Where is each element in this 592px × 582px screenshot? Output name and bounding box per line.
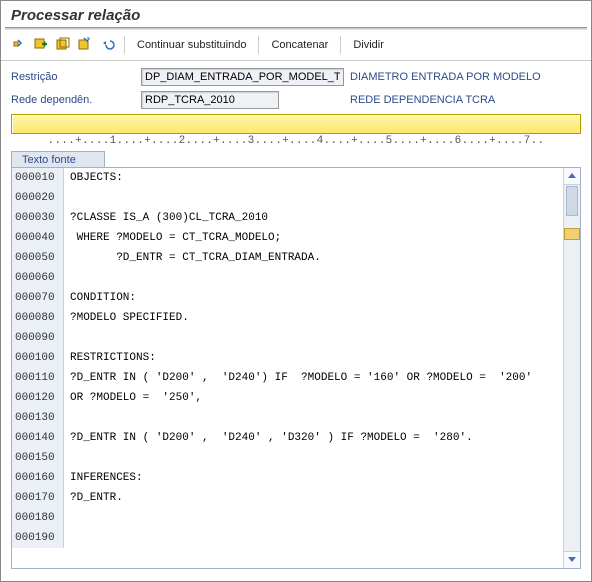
line-text[interactable] <box>64 268 564 288</box>
line-number: 000150 <box>12 448 64 468</box>
restricao-label: Restrição <box>11 71 141 83</box>
code-line[interactable]: 000150 <box>12 448 564 468</box>
code-line[interactable]: 000010OBJECTS: <box>12 168 564 188</box>
line-number: 000140 <box>12 428 64 448</box>
code-line[interactable]: 000020 <box>12 188 564 208</box>
code-line[interactable]: 000030?CLASSE IS_A (300)CL_TCRA_2010 <box>12 208 564 228</box>
undo-icon[interactable] <box>99 37 115 53</box>
line-text[interactable]: OR ?MODELO = '250', <box>64 388 564 408</box>
code-line[interactable]: 000180 <box>12 508 564 528</box>
line-text[interactable]: ?D_ENTR IN ( 'D200' , 'D240') IF ?MODELO… <box>64 368 564 388</box>
line-text[interactable]: ?D_ENTR. <box>64 488 564 508</box>
split-button[interactable]: Dividir <box>350 38 387 52</box>
line-number: 000180 <box>12 508 64 528</box>
code-line[interactable]: 000190 <box>12 528 564 548</box>
form-area: Restrição DIAMETRO ENTRADA POR MODELO Re… <box>1 67 591 110</box>
code-line[interactable]: 000140?D_ENTR IN ( 'D200' , 'D240' , 'D3… <box>12 428 564 448</box>
line-number: 000050 <box>12 248 64 268</box>
concatenate-button[interactable]: Concatenar <box>268 38 331 52</box>
line-text[interactable]: ?D_ENTR = CT_TCRA_DIAM_ENTRADA. <box>64 248 564 268</box>
toolbar-separator <box>258 36 259 54</box>
line-text[interactable]: ?D_ENTR IN ( 'D200' , 'D240' , 'D320' ) … <box>64 428 564 448</box>
code-line[interactable]: 000120OR ?MODELO = '250', <box>12 388 564 408</box>
line-text[interactable]: CONDITION: <box>64 288 564 308</box>
code-line[interactable]: 000100RESTRICTIONS: <box>12 348 564 368</box>
scroll-marker <box>564 228 580 240</box>
continue-replace-button[interactable]: Continuar substituindo <box>134 38 249 52</box>
line-number: 000010 <box>12 168 64 188</box>
line-number: 000100 <box>12 348 64 368</box>
section-tabs: Texto fonte <box>11 150 581 167</box>
code-line[interactable]: 000080?MODELO SPECIFIED. <box>12 308 564 328</box>
code-line[interactable]: 000070CONDITION: <box>12 288 564 308</box>
restricao-field[interactable] <box>141 68 344 86</box>
line-number: 000060 <box>12 268 64 288</box>
tab-texto-fonte[interactable]: Texto fonte <box>11 151 105 168</box>
line-text[interactable]: OBJECTS: <box>64 168 564 188</box>
scroll-thumb[interactable] <box>566 186 578 216</box>
code-line[interactable]: 000160INFERENCES: <box>12 468 564 488</box>
toolbar-separator <box>340 36 341 54</box>
chevron-up-icon <box>568 173 576 178</box>
tool-icon-4[interactable] <box>77 37 93 53</box>
code-area[interactable]: 000010OBJECTS:000020000030?CLASSE IS_A (… <box>12 168 564 568</box>
command-input[interactable] <box>11 114 581 134</box>
tool-icon-2[interactable] <box>33 37 49 53</box>
column-ruler: ....+....1....+....2....+....3....+....4… <box>1 135 591 147</box>
line-text[interactable] <box>64 448 564 468</box>
code-editor: 000010OBJECTS:000020000030?CLASSE IS_A (… <box>11 167 581 569</box>
line-number: 000190 <box>12 528 64 548</box>
line-text[interactable]: ?CLASSE IS_A (300)CL_TCRA_2010 <box>64 208 564 228</box>
code-line[interactable]: 000170?D_ENTR. <box>12 488 564 508</box>
line-text[interactable]: RESTRICTIONS: <box>64 348 564 368</box>
line-number: 000080 <box>12 308 64 328</box>
line-text[interactable]: INFERENCES: <box>64 468 564 488</box>
line-number: 000020 <box>12 188 64 208</box>
code-line[interactable]: 000040 WHERE ?MODELO = CT_TCRA_MODELO; <box>12 228 564 248</box>
rede-label: Rede dependên. <box>11 94 141 106</box>
vertical-scrollbar[interactable] <box>563 168 580 568</box>
rede-description: REDE DEPENDENCIA TCRA <box>350 94 495 106</box>
code-line[interactable]: 000130 <box>12 408 564 428</box>
line-number: 000030 <box>12 208 64 228</box>
line-text[interactable] <box>64 328 564 348</box>
line-number: 000170 <box>12 488 64 508</box>
toolbar-separator <box>124 36 125 54</box>
rede-field[interactable] <box>141 91 279 109</box>
code-line[interactable]: 000050 ?D_ENTR = CT_TCRA_DIAM_ENTRADA. <box>12 248 564 268</box>
restricao-description: DIAMETRO ENTRADA POR MODELO <box>350 71 541 83</box>
title-separator <box>5 27 587 30</box>
tool-icon-1[interactable] <box>11 37 27 53</box>
code-line[interactable]: 000090 <box>12 328 564 348</box>
line-text[interactable] <box>64 508 564 528</box>
line-number: 000040 <box>12 228 64 248</box>
line-text[interactable]: ?MODELO SPECIFIED. <box>64 308 564 328</box>
toolbar: Continuar substituindo Concatenar Dividi… <box>1 34 591 58</box>
line-text[interactable] <box>64 528 564 548</box>
line-number: 000070 <box>12 288 64 308</box>
toolbar-separator-line <box>1 60 591 61</box>
scroll-down-button[interactable] <box>564 551 580 568</box>
line-text[interactable]: WHERE ?MODELO = CT_TCRA_MODELO; <box>64 228 564 248</box>
code-line[interactable]: 000060 <box>12 268 564 288</box>
line-number: 000110 <box>12 368 64 388</box>
code-line[interactable]: 000110?D_ENTR IN ( 'D200' , 'D240') IF ?… <box>12 368 564 388</box>
line-text[interactable] <box>64 188 564 208</box>
scroll-up-button[interactable] <box>564 168 580 185</box>
chevron-down-icon <box>568 557 576 562</box>
line-text[interactable] <box>64 408 564 428</box>
tool-icon-3[interactable] <box>55 37 71 53</box>
line-number: 000160 <box>12 468 64 488</box>
line-number: 000090 <box>12 328 64 348</box>
line-number: 000120 <box>12 388 64 408</box>
page-title: Processar relação <box>1 1 591 27</box>
line-number: 000130 <box>12 408 64 428</box>
